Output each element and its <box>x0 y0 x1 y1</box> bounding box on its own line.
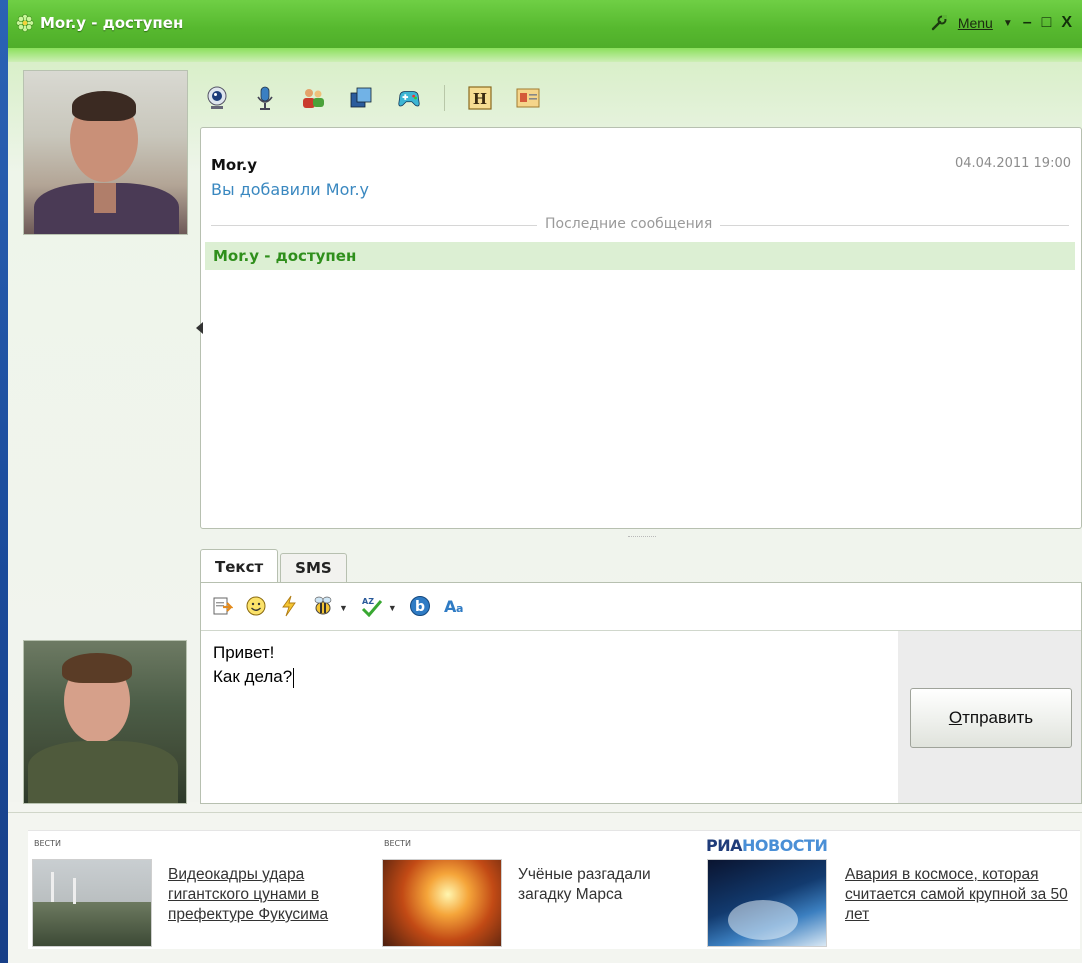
wrench-icon[interactable] <box>930 15 948 31</box>
status-message: Mor.y - доступен <box>213 247 357 265</box>
compose-toolbar: ▼ AZ ▼ b Aa <box>211 593 467 623</box>
news-link[interactable]: Видеокадры удара гигантского цунами в пр… <box>168 865 373 925</box>
svg-text:b: b <box>415 599 425 615</box>
compose-area: ▼ AZ ▼ b Aa Привет! Как дела? Отправить <box>200 582 1082 804</box>
message-input-line-2-text: Как дела? <box>213 667 293 686</box>
tab-text[interactable]: Текст <box>200 549 279 583</box>
ria-logo-part-2: НОВОСТИ <box>742 836 828 855</box>
news-thumbnail <box>382 859 502 947</box>
message-sender: Mor.y <box>211 156 257 174</box>
contact-card-icon[interactable] <box>515 85 541 111</box>
title-bar[interactable]: Mor.y - доступен Menu ▼ – □ X <box>8 0 1082 62</box>
screens-icon[interactable] <box>348 85 374 111</box>
news-source-logo: ВЕСТИ <box>384 839 411 848</box>
gamepad-icon[interactable] <box>396 85 422 111</box>
news-item[interactable]: ВЕСТИ Видеокадры удара гигантского цунам… <box>28 831 373 949</box>
news-link[interactable]: Авария в космосе, которая считается само… <box>845 865 1077 925</box>
font-icon[interactable]: Aa <box>443 595 467 622</box>
bold-icon[interactable]: b <box>409 595 431 622</box>
tab-sms[interactable]: SMS <box>280 553 347 582</box>
ria-logo-part-1: РИА <box>706 836 743 855</box>
send-button-mnemonic: О <box>948 708 963 727</box>
chat-window: Mor.y - доступен Menu ▼ – □ X H Mor.y 04… <box>8 0 1082 963</box>
svg-text:AZ: AZ <box>362 597 374 606</box>
menu-button[interactable]: Menu <box>958 15 993 31</box>
microphone-icon[interactable] <box>252 85 278 111</box>
contact-toolbar: H <box>204 78 541 118</box>
history-divider-label: Последние сообщения <box>537 216 721 232</box>
pane-splitter[interactable] <box>628 536 656 539</box>
window-title: Mor.y - доступен <box>40 14 184 32</box>
news-thumbnail <box>32 859 152 947</box>
history-icon[interactable]: H <box>467 85 493 111</box>
close-button[interactable]: X <box>1061 14 1072 32</box>
svg-text:H: H <box>473 90 487 108</box>
news-source-logo: РИАНОВОСТИ <box>706 836 828 855</box>
compose-tabs: Текст SMS <box>200 549 347 583</box>
user-avatar[interactable] <box>23 640 187 804</box>
message-timestamp: 04.04.2011 19:00 <box>954 156 1071 171</box>
spellcheck-icon[interactable]: AZ <box>360 595 384 622</box>
smiley-icon[interactable] <box>245 595 267 622</box>
send-area: Отправить <box>898 631 1081 803</box>
send-button[interactable]: Отправить <box>910 688 1072 748</box>
news-item[interactable]: РИАНОВОСТИ Авария в космосе, которая счи… <box>705 831 1080 949</box>
send-button-label: тправить <box>962 708 1034 727</box>
collapse-sidebar-arrow[interactable] <box>196 322 203 334</box>
text-caret <box>293 667 295 688</box>
icq-flower-icon <box>16 14 34 32</box>
chevron-down-icon[interactable]: ▼ <box>388 603 397 613</box>
toolbar-separator <box>444 85 445 111</box>
news-text[interactable]: Учёные разгадали загадку Марса <box>518 865 698 905</box>
footer-separator <box>8 812 1082 813</box>
message-history[interactable]: Mor.y 04.04.2011 19:00 Вы добавили Mor.y… <box>200 127 1082 529</box>
window-controls: Menu ▼ – □ X <box>930 12 1072 34</box>
news-strip: ВЕСТИ Видеокадры удара гигантского цунам… <box>28 830 1080 949</box>
contacts-icon[interactable] <box>300 85 326 111</box>
webcam-icon[interactable] <box>204 85 230 111</box>
news-thumbnail <box>707 859 827 947</box>
contact-avatar[interactable] <box>23 70 188 235</box>
maximize-button[interactable]: □ <box>1042 14 1052 32</box>
message-input[interactable]: Привет! Как дела? <box>213 641 893 689</box>
insert-file-icon[interactable] <box>211 595 234 622</box>
minimize-button[interactable]: – <box>1023 14 1032 32</box>
chevron-down-icon[interactable]: ▼ <box>339 603 348 613</box>
news-item[interactable]: ВЕСТИ Учёные разгадали загадку Марса <box>378 831 703 949</box>
bee-icon[interactable] <box>311 595 335 622</box>
lightning-icon[interactable] <box>279 595 299 622</box>
message-input-line-2: Как дела? <box>213 665 893 689</box>
status-row: Mor.y - доступен <box>205 242 1075 270</box>
news-source-logo: ВЕСТИ <box>34 839 61 848</box>
svg-text:a: a <box>456 602 463 615</box>
message-input-line-1: Привет! <box>213 643 275 662</box>
chevron-down-icon[interactable]: ▼ <box>1003 18 1013 29</box>
title-bar-stripe <box>8 48 1082 62</box>
system-message: Вы добавили Mor.y <box>211 180 370 199</box>
